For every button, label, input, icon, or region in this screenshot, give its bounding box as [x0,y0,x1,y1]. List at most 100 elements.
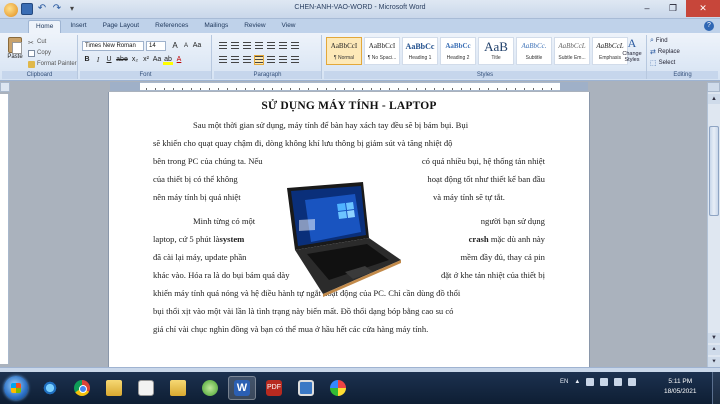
format-painter-button[interactable]: Format Painter [28,60,77,68]
close-button[interactable]: ✕ [686,0,720,17]
start-button[interactable] [4,376,28,400]
tab-insert[interactable]: Insert [63,20,93,33]
justify-icon[interactable] [254,55,264,65]
font-color-button[interactable]: A [174,55,184,65]
show-desktop-button[interactable] [712,372,720,404]
prev-page-icon[interactable]: ⯅ [708,345,720,355]
change-styles-button[interactable]: A Change Styles [620,36,644,63]
font-family-select[interactable]: Times New Roman [82,41,144,51]
text-span: có quá nhiều bụi, hệ thống tản nhiệt [421,156,545,166]
volume-icon[interactable] [614,378,623,386]
taskbar-app-paint[interactable] [324,376,352,400]
screen-window [299,219,315,231]
taskbar-app-chrome[interactable] [68,376,96,400]
editing-group-frame: Editing [646,35,718,79]
multilevel-list-icon[interactable] [243,42,251,50]
decrease-indent-icon[interactable] [255,42,263,50]
word-window: ↶ ↷ ▾ CHEN-ANH-VAO-WORD - Microsoft Word… [0,0,720,404]
taskbar-app-pdf[interactable]: PDF [260,376,288,400]
style-subtitle[interactable]: AaBbCc. Subtitle [516,37,552,65]
sort-icon[interactable] [279,42,287,50]
align-right-icon[interactable] [243,56,251,64]
show-marks-icon[interactable] [291,42,299,50]
line-spacing-icon[interactable] [267,56,275,64]
tab-page-layout[interactable]: Page Layout [96,20,147,33]
style-heading-1[interactable]: AaBbCc Heading 1 [402,37,438,65]
taskbar-app-folder[interactable] [164,376,192,400]
document-page[interactable]: SỬ DỤNG MÁY TÍNH - LAPTOP Sau một thời g… [109,92,589,367]
scroll-down-arrow-icon[interactable]: ▼ [708,333,720,343]
vertical-scrollbar[interactable]: ▲ ▼ ⯅ ⯆ [707,82,720,367]
tab-selector[interactable] [0,82,10,92]
tab-references[interactable]: References [148,20,195,33]
clock[interactable]: 5:11 PM 18/05/2021 [664,377,697,397]
superscript-button[interactable]: x² [141,55,151,65]
laptop-image[interactable] [285,180,403,298]
text-span: nên máy tính bị quá nhiệt [153,192,241,202]
text-span: sẽ khiến cho quạt quay chậm đi, dòng khô… [153,138,453,148]
style-sample: AaBbCcL [558,42,586,50]
battery-icon[interactable] [628,378,637,386]
scroll-thumb[interactable] [709,126,719,216]
network-icon[interactable] [586,378,595,386]
increase-indent-icon[interactable] [267,42,275,50]
vertical-ruler[interactable] [0,94,9,364]
taskbar: W PDF EN ▲ 5:11 PM 18/05/2021 [0,372,720,404]
language-indicator[interactable]: EN [560,379,568,385]
clear-formatting-button[interactable]: Aa [192,41,202,51]
show-hidden-icons-icon[interactable]: ▲ [574,379,580,385]
shading-icon[interactable] [279,56,287,64]
underline-button[interactable]: U [104,55,114,65]
ribbon: Paste ✂ Cut Copy Format Painter Clipboard… [0,33,720,81]
ruler-left-margin [110,82,140,91]
style-name: Subtle Em... [558,55,586,61]
highlight-button[interactable]: ab [163,55,173,65]
taskbar-app-remote[interactable] [292,376,320,400]
flag-icon[interactable] [600,378,609,386]
bold-button[interactable]: B [82,55,92,65]
borders-icon[interactable] [291,56,299,64]
taskbar-app-explorer[interactable] [100,376,128,400]
subscript-button[interactable]: x₂ [130,55,140,65]
help-icon[interactable]: ? [704,21,714,31]
style-normal[interactable]: AaBbCcI ¶ Normal [326,37,362,65]
style-heading-2[interactable]: AaBbCc Heading 2 [440,37,476,65]
taskbar-app-green[interactable] [196,376,224,400]
paste-button[interactable]: Paste [6,37,24,63]
horizontal-ruler[interactable] [110,82,588,91]
style-subtle-emphasis[interactable]: AaBbCcL Subtle Em... [554,37,590,65]
style-title[interactable]: AaB Title [478,37,514,65]
change-case-button[interactable]: Aa [152,55,162,65]
scroll-up-arrow-icon[interactable]: ▲ [708,94,720,104]
tab-home[interactable]: Home [28,20,62,33]
bullets-icon[interactable] [219,42,227,50]
tab-review[interactable]: Review [237,20,272,33]
text-span: của thiết bị có thể không [153,174,238,184]
copy-button[interactable]: Copy [28,49,77,57]
text-line: bên trong PC của chúng ta. Nếu có quá nhi… [153,156,545,166]
numbering-icon[interactable] [231,42,239,50]
align-left-icon[interactable] [219,56,227,64]
view-ruler-button[interactable] [707,82,720,92]
tab-mailings[interactable]: Mailings [197,20,235,33]
cut-button[interactable]: ✂ Cut [28,38,77,47]
strikethrough-button[interactable]: abe [115,55,129,65]
maximize-button[interactable]: ❐ [660,0,686,17]
tab-view[interactable]: View [275,20,303,33]
taskbar-app-word[interactable]: W [228,376,256,400]
text-span: Minh từng có một [193,216,256,226]
taskbar-app-window[interactable] [132,376,160,400]
cut-label: Cut [37,39,47,45]
minimize-button[interactable]: – [634,0,660,17]
font-size-select[interactable]: 14 [146,41,166,51]
font-group: Times New Roman 14 A A Aa B I U abe x₂ x… [80,35,212,79]
next-page-icon[interactable]: ⯆ [708,357,720,367]
style-no-spacing[interactable]: AaBbCcI ¶ No Spaci... [364,37,400,65]
text-span: bụi thổi xịt vào một vài lần là tình trạ… [153,306,454,316]
italic-button[interactable]: I [93,55,103,65]
shrink-font-button[interactable]: A [181,41,191,51]
paste-label: Paste [7,54,23,60]
taskbar-app-internet-explorer[interactable] [36,376,64,400]
align-center-icon[interactable] [231,56,239,64]
grow-font-button[interactable]: A [170,41,180,51]
